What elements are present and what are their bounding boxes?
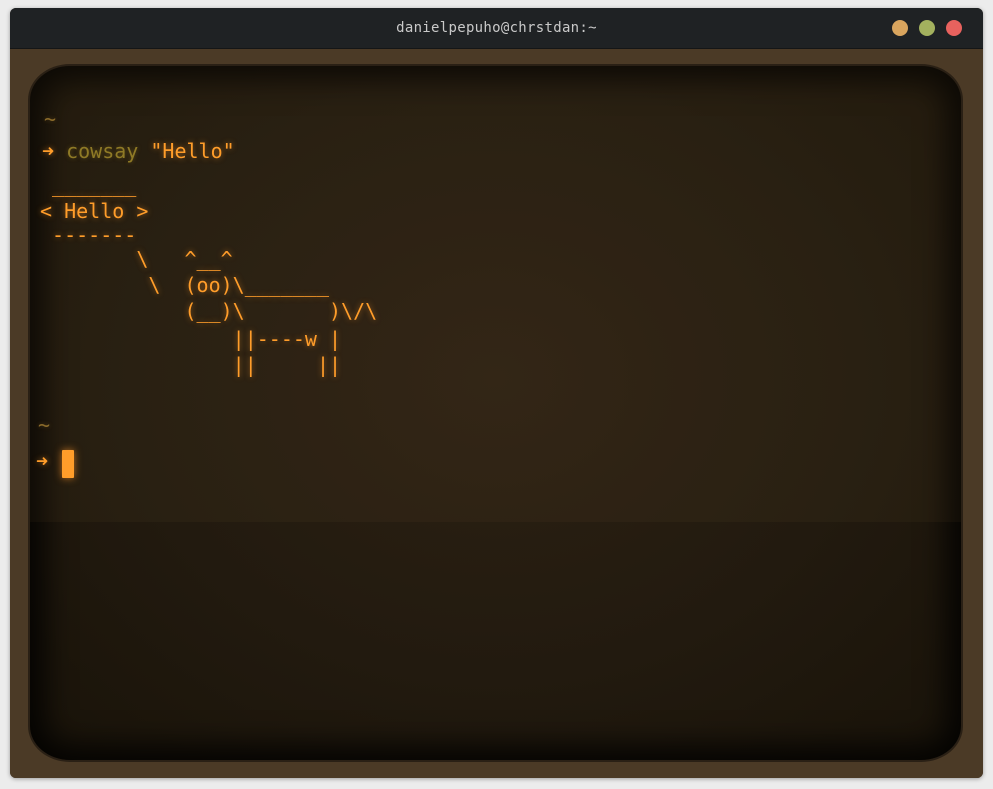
crt-bezel: ~ ➜ cowsay "Hello" _______ < Hello > ---… bbox=[10, 49, 983, 778]
close-button[interactable] bbox=[946, 20, 962, 36]
output-line: \ (oo)\_______ bbox=[40, 273, 329, 297]
command-line: ➜ cowsay "Hello" bbox=[42, 138, 235, 164]
terminal-window: danielpepuho@chrstdan:~ ~ ➜ cowsay "Hell… bbox=[10, 8, 983, 778]
terminal-output: ~ ➜ cowsay "Hello" _______ < Hello > ---… bbox=[30, 66, 377, 508]
output-line: \ ^__^ bbox=[40, 247, 233, 271]
terminal-screen[interactable]: ~ ➜ cowsay "Hello" _______ < Hello > ---… bbox=[30, 66, 961, 760]
output-line: < Hello > bbox=[40, 199, 149, 223]
output-line: || || bbox=[40, 353, 342, 377]
window-title: danielpepuho@chrstdan:~ bbox=[396, 20, 597, 36]
command-argument: "Hello" bbox=[150, 139, 235, 163]
output-line: ------- bbox=[40, 223, 137, 247]
text-cursor[interactable] bbox=[62, 450, 74, 478]
maximize-button[interactable] bbox=[919, 20, 935, 36]
prompt-tilde: ~ bbox=[44, 107, 57, 131]
output-line: ||----w | bbox=[40, 327, 342, 351]
title-bar[interactable]: danielpepuho@chrstdan:~ bbox=[10, 8, 983, 49]
output-line: _______ bbox=[40, 173, 137, 197]
minimize-button[interactable] bbox=[892, 20, 908, 36]
command-name: cowsay bbox=[66, 139, 139, 163]
output-line: (__)\ )\/\ bbox=[40, 299, 378, 323]
prompt-tilde: ~ bbox=[38, 413, 51, 437]
prompt-arrow-icon: ➜ bbox=[42, 139, 55, 163]
prompt-arrow-icon: ➜ bbox=[36, 449, 49, 473]
